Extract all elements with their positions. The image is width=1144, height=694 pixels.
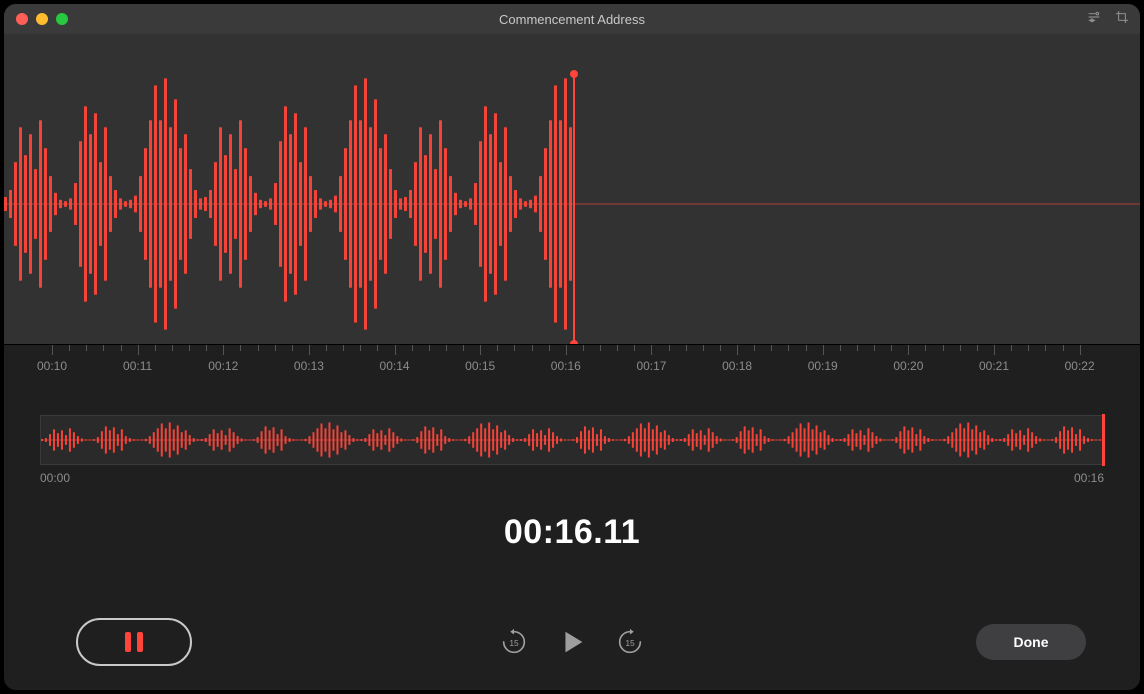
pause-record-button[interactable]	[76, 618, 192, 666]
play-button[interactable]	[557, 627, 587, 657]
ruler-label: 00:22	[1065, 359, 1095, 373]
minimize-window-button[interactable]	[36, 13, 48, 25]
titlebar: Commencement Address	[4, 4, 1140, 34]
close-window-button[interactable]	[16, 13, 28, 25]
zoom-window-button[interactable]	[56, 13, 68, 25]
settings-icon[interactable]	[1086, 9, 1102, 30]
time-ruler[interactable]: 00:10 00:11 00:12 00:13 00:14 00:15 00:16 00:17…	[4, 344, 1140, 391]
done-button[interactable]: Done	[976, 624, 1086, 660]
pause-icon	[125, 632, 143, 652]
crop-icon[interactable]	[1114, 9, 1130, 30]
window-traffic-lights	[4, 13, 68, 25]
overview-waveform[interactable]	[40, 415, 1104, 465]
ruler-label: 00:14	[380, 359, 410, 373]
playhead[interactable]	[573, 74, 575, 344]
svg-text:15: 15	[625, 638, 635, 648]
overview-start-time: 00:00	[40, 471, 70, 485]
window-title: Commencement Address	[4, 12, 1140, 27]
ruler-label: 00:13	[294, 359, 324, 373]
ruler-label: 00:17	[636, 359, 666, 373]
done-button-label: Done	[1014, 634, 1049, 650]
ruler-label: 00:10	[37, 359, 67, 373]
overview-panel: 00:00 00:16	[4, 391, 1140, 489]
overview-playhead[interactable]	[1102, 414, 1105, 466]
ruler-label: 00:19	[808, 359, 838, 373]
waveform-main[interactable]	[4, 34, 1140, 344]
transport-controls: 15 15 Done	[4, 614, 1140, 670]
skip-forward-15-button[interactable]: 15	[615, 627, 645, 657]
overview-end-time: 00:16	[1074, 471, 1104, 485]
ruler-label: 00:20	[893, 359, 923, 373]
skip-back-15-button[interactable]: 15	[499, 627, 529, 657]
ruler-label: 00:16	[551, 359, 581, 373]
elapsed-time-display: 00:16.11	[4, 513, 1140, 552]
voice-memos-window: Commencement Address 00:1000:1100:1200:1…	[4, 4, 1140, 690]
ruler-label: 00:11	[123, 359, 152, 373]
ruler-label: 00:15	[465, 359, 495, 373]
ruler-label: 00:18	[722, 359, 752, 373]
svg-text:15: 15	[509, 638, 519, 648]
ruler-label: 00:21	[979, 359, 1009, 373]
ruler-label: 00:12	[208, 359, 238, 373]
